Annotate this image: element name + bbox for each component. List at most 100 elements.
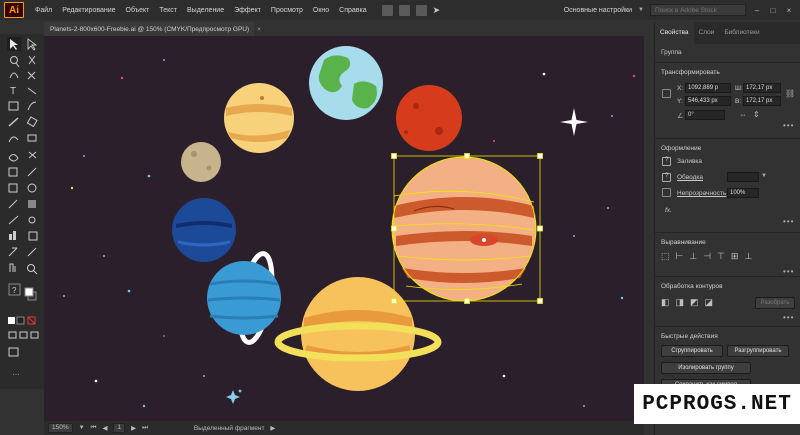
link-proportions-icon[interactable]: ⛓: [785, 89, 795, 98]
watermark: PCPROGS.NET: [634, 384, 800, 424]
flip-vertical-icon[interactable]: ⇕: [753, 110, 760, 119]
paper-plane-icon[interactable]: ➤: [433, 5, 444, 16]
artboard-canvas[interactable]: [44, 36, 644, 421]
app-logo[interactable]: Ai: [4, 2, 24, 18]
y-label: Y:: [677, 98, 683, 105]
align-center-h-icon[interactable]: ⊥: [689, 251, 697, 262]
last-artboard-icon[interactable]: ⏭: [142, 424, 148, 432]
rotate-icon: ∠: [677, 113, 684, 120]
pathfinder-section: Обработка контуров ◧ ◨ ◩ ◪ Разобрать •••: [655, 276, 800, 324]
yellow-planet: [224, 83, 294, 153]
maximize-icon[interactable]: □: [768, 6, 778, 15]
tab-properties[interactable]: Свойства: [655, 22, 694, 44]
menu-item-text[interactable]: Текст: [154, 7, 182, 14]
y-field[interactable]: 546,433 рх: [685, 96, 731, 106]
fill-swatch-icon[interactable]: ?: [662, 157, 671, 166]
next-artboard-icon[interactable]: ▶: [131, 424, 136, 432]
chevron-down-icon[interactable]: ▼: [761, 173, 767, 179]
fill-label: Заливка: [677, 158, 703, 165]
menu-item-help[interactable]: Справка: [334, 7, 371, 14]
earth-planet: [309, 46, 383, 120]
flip-horizontal-icon[interactable]: ⇔: [739, 110, 747, 119]
document-title: Planets-2-800x600-Freebie.ai @ 150% (CMY…: [50, 25, 250, 33]
more-options-icon[interactable]: •••: [783, 217, 794, 226]
minimize-icon[interactable]: –: [752, 6, 762, 15]
exclude-icon[interactable]: ◪: [705, 297, 714, 308]
first-artboard-icon[interactable]: ⏮: [91, 424, 97, 432]
menu-item-file[interactable]: Файл: [30, 7, 57, 14]
sparkle-star: [560, 108, 588, 136]
moon-planet: [181, 142, 221, 182]
artboard-number[interactable]: 1: [113, 423, 126, 433]
width-field[interactable]: 172,17 px: [743, 83, 781, 93]
isolate-group-button[interactable]: Изолировать группу: [661, 362, 751, 374]
align-to-selection-icon[interactable]: ⬚: [661, 251, 670, 262]
appearance-title: Оформление: [661, 145, 702, 152]
zoom-level[interactable]: 150%: [48, 423, 73, 433]
more-options-icon[interactable]: •••: [783, 267, 794, 276]
reference-point-icon[interactable]: [662, 89, 671, 98]
fx-button[interactable]: fx.: [665, 207, 672, 214]
h-label: В:: [735, 98, 742, 105]
menu-item-object[interactable]: Объект: [121, 7, 155, 14]
menu-item-window[interactable]: Окно: [308, 7, 334, 14]
w-label: Ш:: [735, 85, 743, 92]
more-options-icon[interactable]: •••: [783, 313, 794, 322]
align-right-icon[interactable]: ⊣: [703, 251, 711, 262]
tools-panel: T ? …: [0, 34, 44, 389]
planets-artwork: [63, 46, 636, 408]
opacity-field[interactable]: 100%: [727, 188, 759, 198]
unite-icon[interactable]: ◧: [661, 297, 670, 308]
stroke-label[interactable]: Обводка: [677, 174, 703, 181]
angle-field[interactable]: 0°: [685, 110, 725, 120]
chevron-right-icon[interactable]: ▶: [270, 424, 275, 432]
close-icon[interactable]: ×: [784, 6, 794, 15]
x-field[interactable]: 1092,889 р: [685, 83, 731, 93]
expand-button[interactable]: Разобрать: [755, 297, 795, 309]
group-button[interactable]: Сгруппировать: [661, 345, 723, 357]
ungroup-button[interactable]: Разгруппировать: [727, 345, 789, 357]
menu-item-edit[interactable]: Редактирование: [57, 7, 120, 14]
pathfinder-title: Обработка контуров: [661, 283, 723, 290]
align-left-icon[interactable]: ⊢: [676, 251, 684, 262]
svg-text:T: T: [10, 86, 16, 97]
properties-panel: Свойства Слои Библиотеки Группа Трансфор…: [654, 22, 800, 435]
chevron-down-icon[interactable]: ▼: [79, 425, 85, 431]
menu-item-view[interactable]: Просмотр: [266, 7, 308, 14]
align-title: Выравнивание: [661, 239, 706, 246]
tab-libraries[interactable]: Библиотеки: [719, 22, 764, 44]
jupiter-planet: [391, 156, 537, 302]
close-tab-icon[interactable]: ×: [257, 26, 261, 33]
menu-item-select[interactable]: Выделение: [182, 7, 229, 14]
menu-item-effect[interactable]: Эффект: [229, 7, 266, 14]
opacity-icon: [662, 188, 671, 197]
pathfinder-icons: ◧ ◨ ◩ ◪: [661, 297, 713, 308]
minus-front-icon[interactable]: ◨: [676, 297, 685, 308]
quick-actions-title: Быстрые действия: [661, 333, 718, 340]
prev-artboard-icon[interactable]: ◀: [102, 424, 107, 432]
stroke-swatch-icon[interactable]: ?: [662, 173, 671, 182]
stock-icon[interactable]: [398, 4, 410, 16]
x-label: X:: [677, 85, 684, 92]
arrange-icon[interactable]: [415, 4, 427, 16]
tab-layers[interactable]: Слои: [694, 22, 720, 44]
grid-icon[interactable]: [381, 4, 393, 16]
menubar-tools: ➤: [381, 4, 444, 16]
transform-title: Трансформировать: [661, 69, 720, 76]
mars-planet: [396, 85, 462, 151]
height-field[interactable]: 172,17 px: [743, 96, 781, 106]
stroke-weight-field[interactable]: [727, 172, 759, 182]
workspace-switcher[interactable]: Основные настройки: [564, 7, 632, 14]
status-text: Выделенный фрагмент: [193, 424, 265, 432]
align-top-icon[interactable]: ⊤: [717, 251, 725, 262]
more-options-icon[interactable]: •••: [783, 121, 794, 130]
stock-search-input[interactable]: [650, 4, 746, 16]
align-bottom-icon[interactable]: ⊥: [744, 251, 752, 262]
align-center-v-icon[interactable]: ⊞: [731, 251, 739, 262]
opacity-label[interactable]: Непрозрачность: [677, 190, 726, 197]
chevron-down-icon: ▼: [638, 7, 644, 13]
svg-text:…: …: [12, 368, 20, 377]
intersect-icon[interactable]: ◩: [690, 297, 699, 308]
tool-icons: T ? …: [7, 37, 39, 377]
document-tab[interactable]: Planets-2-800x600-Freebie.ai @ 150% (CMY…: [44, 22, 261, 36]
